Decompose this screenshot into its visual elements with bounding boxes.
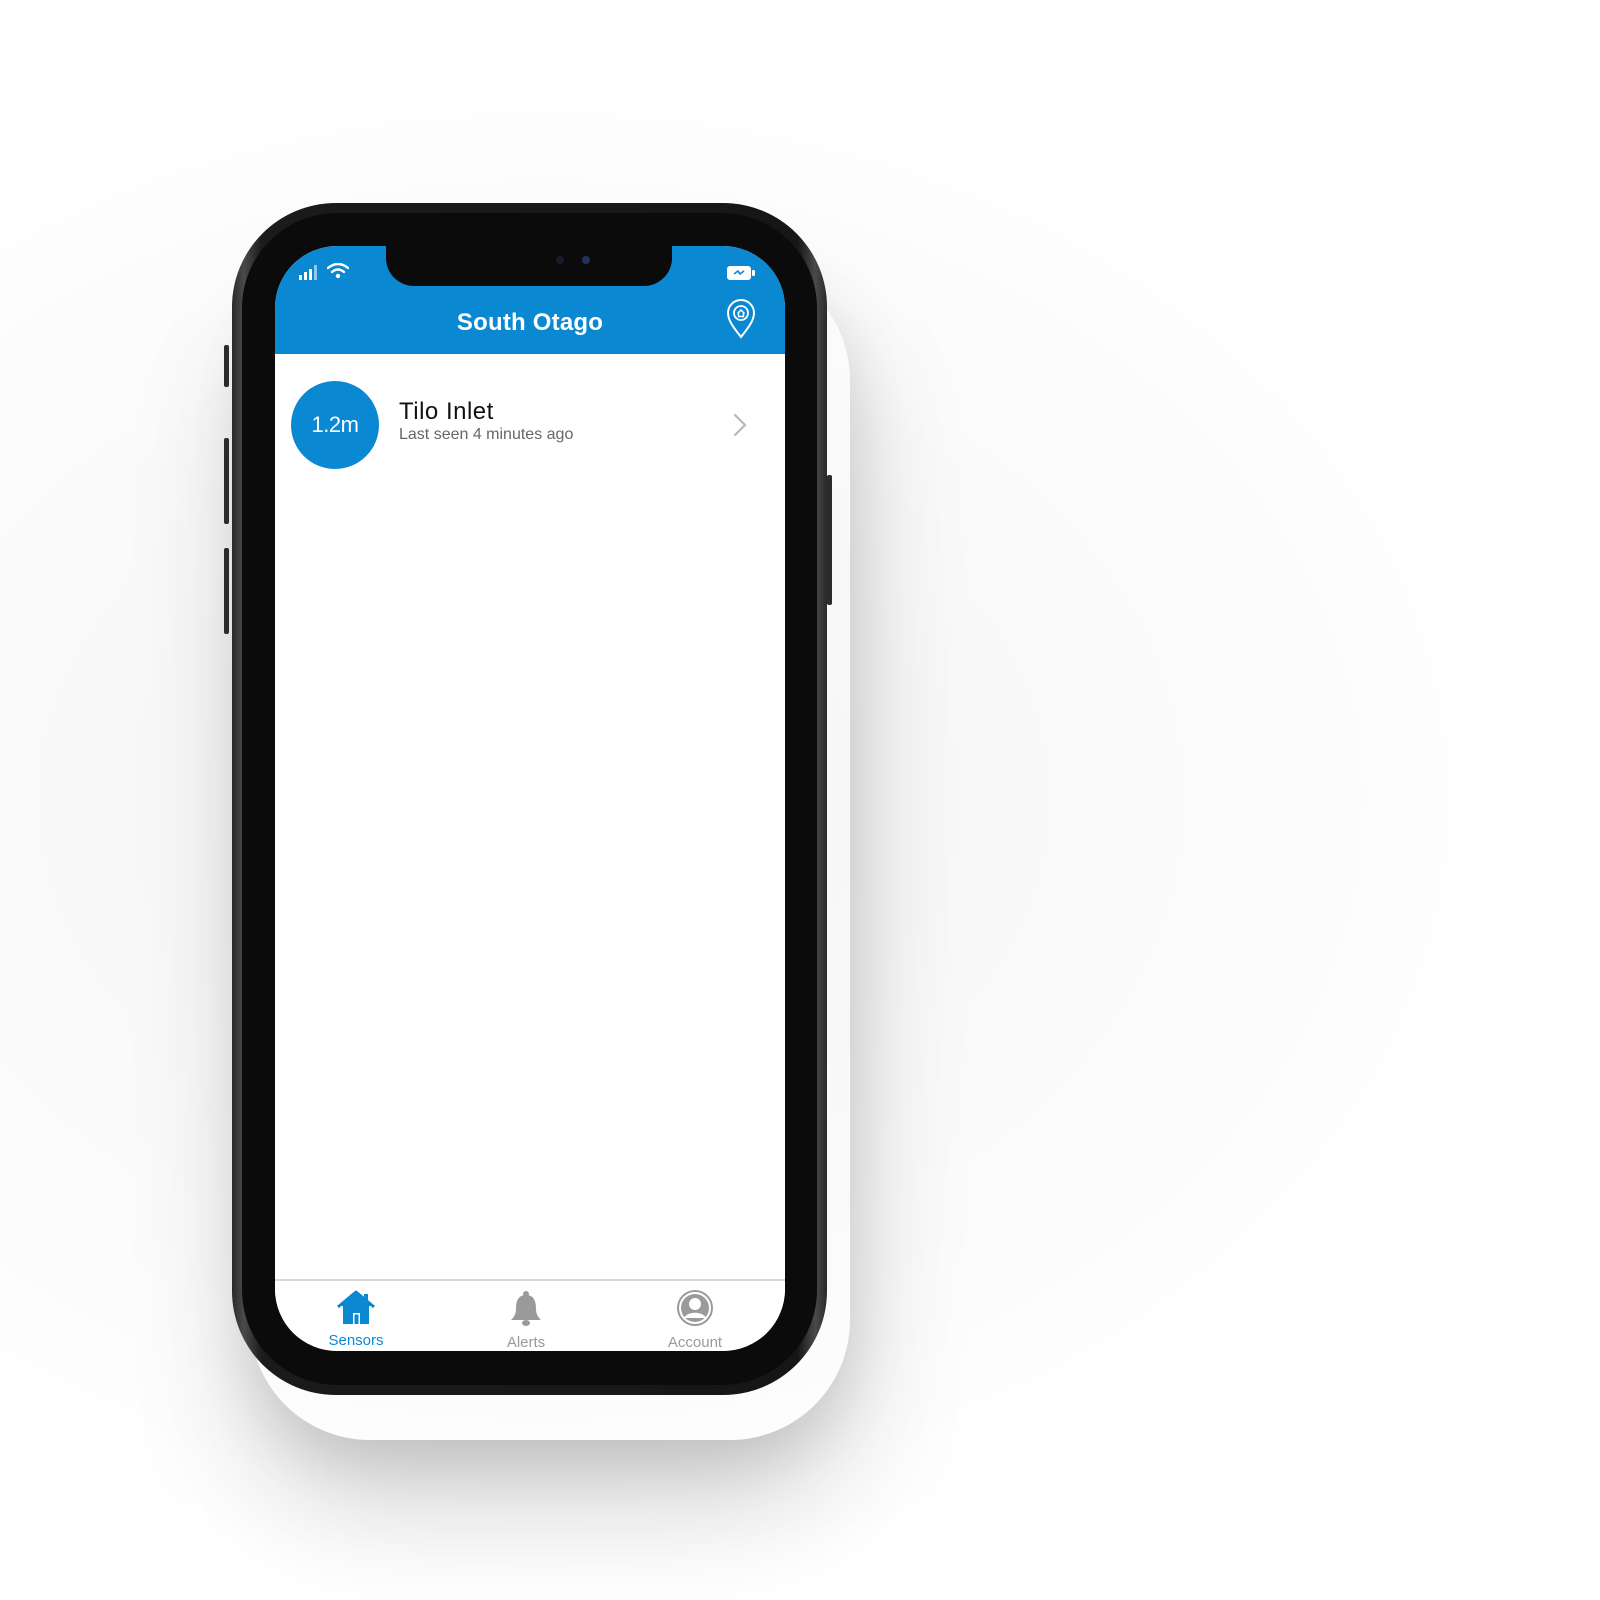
tab-account-label: Account	[667, 1334, 723, 1351]
user-icon	[677, 1290, 713, 1326]
camera-lens	[582, 256, 590, 264]
sensor-list-item[interactable]: 1.2m Tilo Inlet Last seen 4 minutes ago	[275, 381, 785, 473]
page-title: South Otago	[456, 309, 604, 336]
tab-sensors-label: Sensors	[328, 1332, 384, 1349]
chevron-right-icon	[733, 413, 747, 437]
app-screen: South Otago 1.2m Tilo Inlet Last seen 4 …	[275, 246, 785, 1351]
sensor-name: Tilo Inlet	[399, 398, 494, 425]
volume-down-button	[224, 548, 229, 634]
home-icon	[337, 1290, 375, 1324]
camera-dot	[556, 256, 564, 264]
tab-alerts-label: Alerts	[506, 1334, 546, 1351]
bell-icon	[511, 1291, 541, 1326]
tab-account[interactable]: Account	[635, 1289, 755, 1351]
tab-alerts[interactable]: Alerts	[466, 1289, 586, 1351]
cellular-signal-icon	[299, 265, 317, 280]
wifi-icon	[327, 263, 349, 279]
silent-switch	[224, 345, 229, 387]
battery-charging-icon	[727, 266, 755, 280]
power-button	[827, 475, 832, 605]
sensor-level-badge: 1.2m	[291, 381, 379, 469]
volume-up-button	[224, 438, 229, 524]
notch	[386, 246, 672, 286]
location-home-pin-icon[interactable]	[725, 299, 757, 339]
tab-sensors[interactable]: Sensors	[296, 1289, 416, 1349]
tab-bar: Sensors Alerts Account	[275, 1279, 785, 1351]
sensor-last-seen: Last seen 4 minutes ago	[399, 426, 574, 443]
app-header: South Otago	[275, 246, 785, 354]
